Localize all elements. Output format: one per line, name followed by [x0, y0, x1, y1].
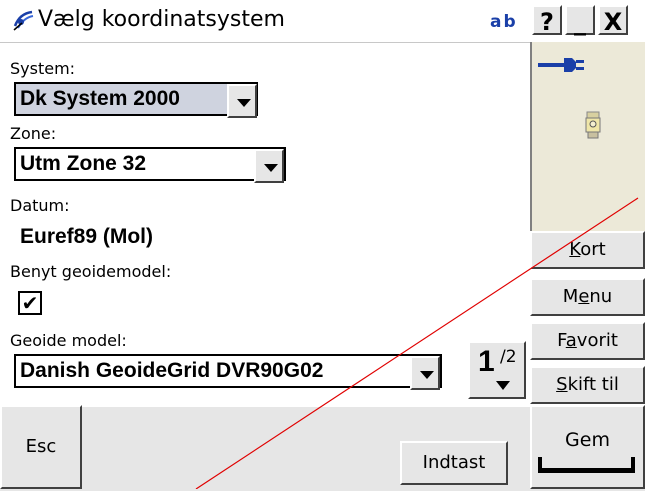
- zone-value: Utm Zone 32: [20, 152, 147, 175]
- page-switch-button[interactable]: 1 /2: [468, 341, 526, 399]
- system-select[interactable]: Dk System 2000: [14, 82, 258, 118]
- page-total: /2: [500, 347, 517, 367]
- geoid-model-select[interactable]: Danish GeoideGrid DVR90G02: [14, 354, 442, 390]
- chevron-down-icon: [420, 371, 434, 379]
- chevron-down-icon: [264, 164, 278, 172]
- zone-dropdown-button[interactable]: [254, 149, 284, 183]
- gem-label: Gem: [565, 429, 610, 451]
- favorit-label-start: F: [557, 330, 566, 351]
- menu-label-end: nu: [589, 286, 613, 307]
- power-plug-icon: [538, 56, 586, 78]
- favorit-label-end: vorit: [576, 330, 618, 351]
- app-window: Vælg koordinatsystem ab ? _ X System: Dk…: [0, 0, 645, 491]
- datum-value: Euref89 (Mol): [20, 225, 154, 248]
- satellite-dish-icon: [12, 8, 36, 32]
- menu-mnemonic: e: [578, 286, 590, 307]
- geoid-use-checkbox[interactable]: ✔: [18, 291, 42, 315]
- system-value: Dk System 2000: [20, 87, 180, 110]
- geoid-model-dropdown-button[interactable]: [410, 356, 440, 390]
- chevron-down-icon: [237, 99, 251, 107]
- enter-bracket-icon: [538, 457, 635, 473]
- close-button[interactable]: X: [598, 5, 628, 36]
- menu-label-start: M: [562, 286, 579, 307]
- kort-label: ort: [580, 239, 606, 260]
- geoid-use-label: Benyt geoidemodel:: [10, 262, 172, 281]
- menu-button[interactable]: Menu: [530, 278, 645, 316]
- status-panel: [530, 42, 645, 232]
- help-button[interactable]: ?: [532, 5, 562, 36]
- zone-select[interactable]: Utm Zone 32: [14, 147, 286, 183]
- title-bar: Vælg koordinatsystem ab ? _ X: [0, 0, 645, 43]
- kort-mnemonic: K: [569, 239, 581, 260]
- geoid-model-label: Geoide model:: [10, 331, 127, 350]
- input-mode-badge[interactable]: ab: [490, 12, 518, 32]
- window-title: Vælg koordinatsystem: [38, 7, 285, 32]
- favorit-button[interactable]: Favorit: [530, 322, 645, 360]
- total-station-icon: [583, 110, 603, 144]
- indtast-button[interactable]: Indtast: [400, 441, 508, 485]
- skift-til-button[interactable]: Skift til: [530, 366, 645, 404]
- datum-label: Datum:: [10, 196, 70, 215]
- esc-button[interactable]: Esc: [0, 405, 82, 489]
- system-label: System:: [10, 59, 76, 78]
- skift-til-mnemonic: S: [556, 374, 568, 395]
- favorit-mnemonic: a: [565, 330, 577, 351]
- zone-label: Zone:: [10, 124, 57, 143]
- page-current: 1: [478, 345, 495, 378]
- kort-button[interactable]: Kort: [530, 231, 645, 269]
- geoid-model-value: Danish GeoideGrid DVR90G02: [20, 359, 324, 382]
- skift-til-label: kift til: [567, 374, 619, 395]
- minimize-button[interactable]: _: [565, 5, 595, 36]
- system-dropdown-button[interactable]: [227, 84, 257, 118]
- gem-button[interactable]: Gem: [530, 405, 645, 489]
- arrow-down-icon: [496, 381, 510, 390]
